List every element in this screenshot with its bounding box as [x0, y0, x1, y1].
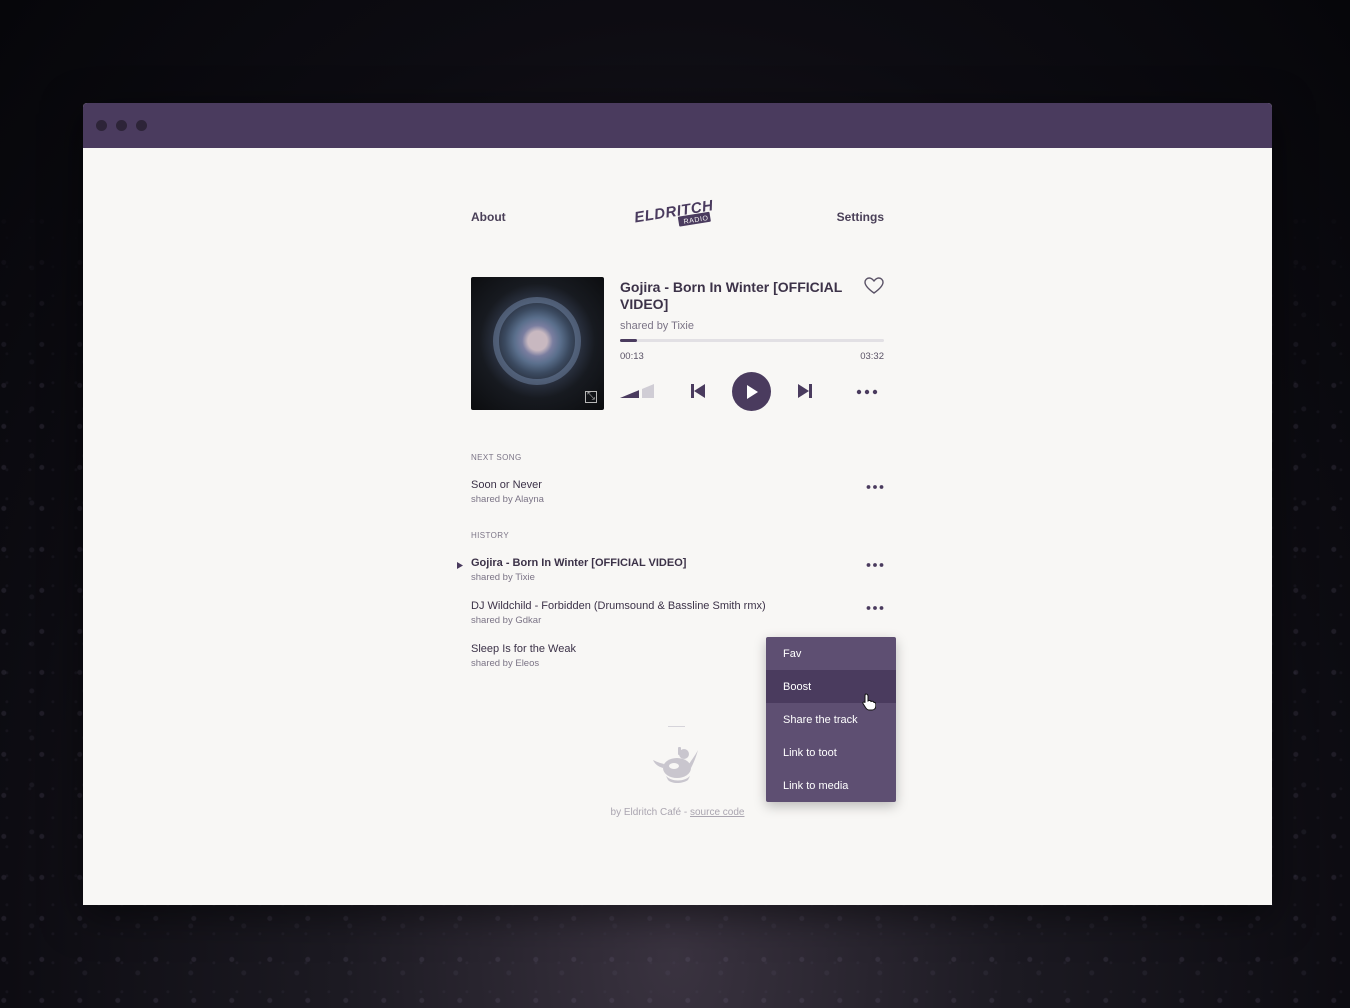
next-icon[interactable]: [797, 383, 813, 399]
heart-icon[interactable]: [864, 277, 884, 295]
more-icon[interactable]: [866, 484, 884, 490]
footer: by Eldritch Café - source code: [471, 807, 884, 818]
nav-settings-link[interactable]: Settings: [837, 210, 884, 224]
track-context-menu: Fav Boost Share the track Link to toot L…: [766, 637, 896, 802]
window-close-dot[interactable]: [96, 120, 107, 131]
next-song-shared-by: shared by Alayna: [471, 494, 544, 505]
footer-credit: by Eldritch Café -: [610, 807, 690, 818]
history-item-shared-by: shared by Tixie: [471, 572, 535, 583]
more-icon[interactable]: [856, 389, 878, 395]
window-minimize-dot[interactable]: [116, 120, 127, 131]
menu-item-fav[interactable]: Fav: [766, 637, 896, 670]
now-playing-panel: ⤡ Gojira - Born In Winter [OFFICIAL VIDE…: [471, 277, 884, 411]
browser-window: About ELDRITCH RADIO Settings ⤡ Gojira -…: [83, 103, 1272, 905]
play-icon: [746, 384, 758, 399]
footer-divider: [668, 726, 685, 727]
history-item-shared-by: shared by Gdkar: [471, 615, 542, 626]
volume-icon[interactable]: [620, 384, 654, 398]
window-titlebar: [83, 103, 1272, 148]
menu-item-link-to-media[interactable]: Link to media: [766, 769, 896, 802]
album-cover: ⤡: [471, 277, 604, 410]
play-button[interactable]: [732, 372, 771, 411]
progress-bar[interactable]: [620, 339, 884, 342]
menu-item-boost[interactable]: Boost: [766, 670, 896, 703]
next-song-label: NEXT SONG: [471, 453, 522, 462]
more-icon[interactable]: [866, 605, 884, 611]
history-item[interactable]: Gojira - Born In Winter [OFFICIAL VIDEO]…: [457, 557, 884, 583]
history-item-title: DJ Wildchild - Forbidden (Drumsound & Ba…: [471, 600, 766, 612]
now-playing-shared-by: shared by Tixie: [620, 320, 694, 332]
next-song-title: Soon or Never: [471, 479, 542, 491]
source-code-link[interactable]: source code: [690, 807, 744, 818]
history-item[interactable]: DJ Wildchild - Forbidden (Drumsound & Ba…: [471, 600, 884, 626]
expand-icon[interactable]: ⤡: [585, 391, 597, 403]
next-song-item[interactable]: Soon or Never shared by Alayna: [471, 479, 884, 505]
more-icon[interactable]: [866, 562, 884, 568]
window-maximize-dot[interactable]: [136, 120, 147, 131]
time-current: 00:13: [620, 351, 644, 362]
eldritch-radio-logo[interactable]: ELDRITCH RADIO: [631, 194, 721, 230]
play-marker-icon: [457, 562, 463, 569]
menu-item-share-track[interactable]: Share the track: [766, 703, 896, 736]
mascot-icon: [653, 747, 698, 783]
nav-about-link[interactable]: About: [471, 210, 506, 224]
menu-item-link-to-toot[interactable]: Link to toot: [766, 736, 896, 769]
cover-art-ring: [493, 297, 581, 385]
time-total: 03:32: [860, 351, 884, 362]
history-label: HISTORY: [471, 531, 510, 540]
previous-icon[interactable]: [690, 383, 706, 399]
progress-fill: [620, 339, 638, 342]
now-playing-title: Gojira - Born In Winter [OFFICIAL VIDEO]: [620, 279, 843, 312]
pointer-cursor-icon: [862, 693, 876, 711]
history-item-title: Gojira - Born In Winter [OFFICIAL VIDEO]: [471, 557, 687, 569]
player-controls: [620, 372, 884, 412]
